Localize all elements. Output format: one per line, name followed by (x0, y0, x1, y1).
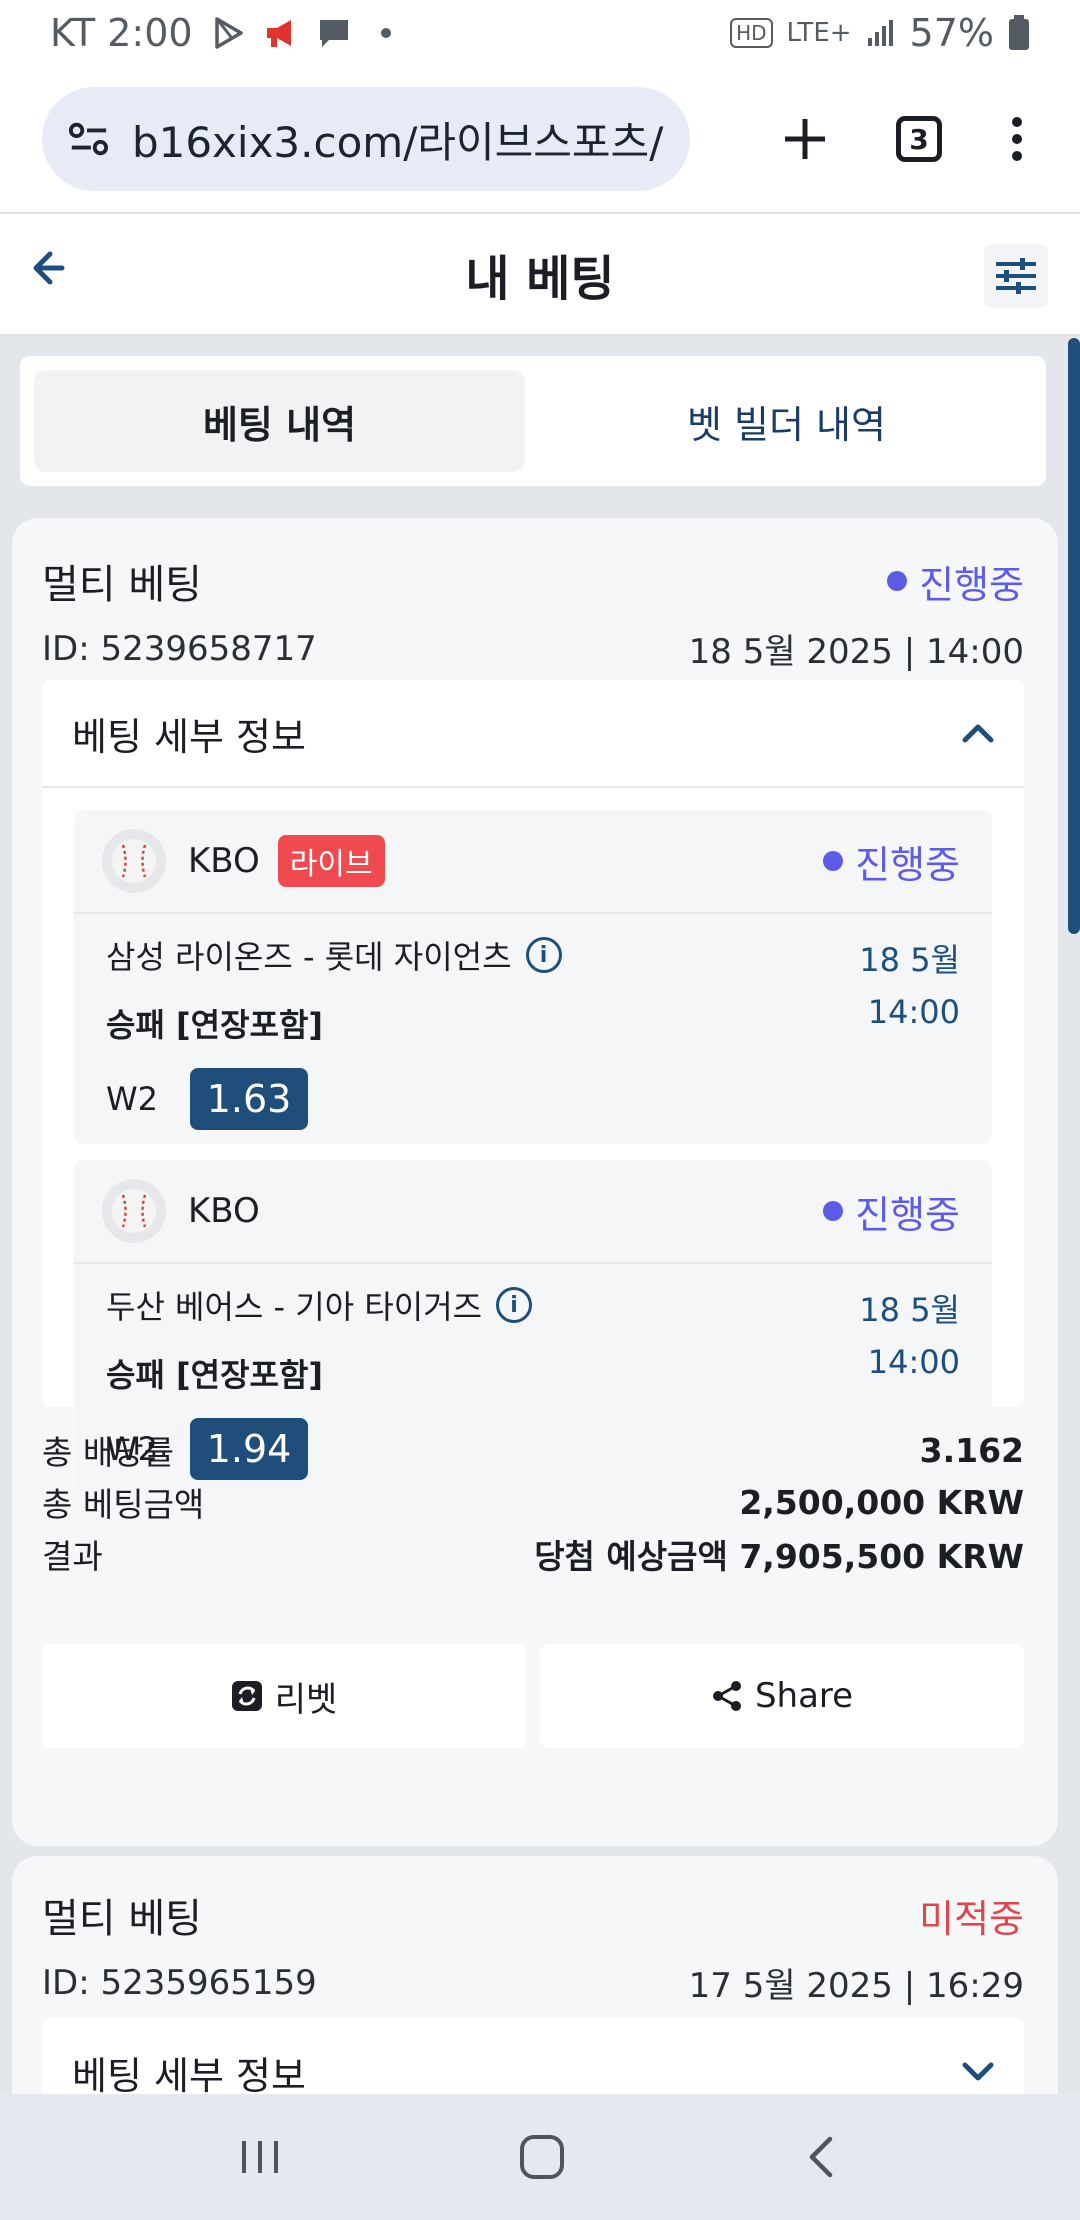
new-tab-icon[interactable] (782, 116, 828, 162)
recent-apps-icon[interactable] (238, 2135, 282, 2179)
bet-details-panel: 베팅 세부 정보 KBO 라이브 진행중 삼성 라이온즈 - 롯데 자이언츠 i … (42, 680, 1024, 1492)
scrollbar[interactable] (1068, 338, 1080, 934)
match-date: 18 5월 (859, 1291, 960, 1329)
match-time: 14:00 (867, 993, 960, 1031)
signal-icon (867, 20, 893, 46)
info-icon[interactable]: i (525, 937, 562, 973)
megaphone-icon (266, 20, 291, 47)
tab-count: 3 (909, 122, 929, 156)
filter-button[interactable] (984, 244, 1048, 308)
bet-details-label: 베팅 세부 정보 (72, 2053, 306, 2095)
bet-details-toggle[interactable]: 베팅 세부 정보 (42, 2018, 1024, 2094)
selection-status-text: 진행중 (855, 1192, 960, 1237)
bet-date: 17 5월 2025 | 16:29 (688, 1966, 1024, 2006)
bet-status-text: 미적중 (919, 1896, 1024, 1941)
carrier-time: KT 2:00 (50, 11, 193, 55)
site-settings-icon[interactable] (68, 119, 110, 159)
more-menu-icon[interactable] (1010, 116, 1024, 162)
back-arrow-icon[interactable] (28, 248, 68, 288)
chevron-down-icon[interactable] (962, 2062, 994, 2082)
page-title: 내 베팅 (465, 251, 615, 307)
odds-value: 1.63 (190, 1068, 308, 1130)
result-label: 결과 (42, 1537, 103, 1576)
tab-bet-history[interactable]: 베팅 내역 (34, 370, 525, 472)
selection-status-text: 진행중 (855, 842, 960, 887)
home-icon[interactable] (518, 2133, 566, 2181)
bet-card: 멀티 베팅 미적중 ID: 5235965159 17 5월 2025 | 16… (12, 1856, 1058, 2094)
bet-actions: 리벳 Share (42, 1644, 1024, 1748)
selection-status: 진행중 (823, 834, 960, 889)
url-text[interactable]: b16xix3.com/라이브스포츠/n (132, 109, 664, 170)
rebet-button[interactable]: 리벳 (42, 1644, 526, 1748)
message-icon (319, 20, 348, 47)
system-navigation-bar (0, 2094, 1080, 2220)
play-store-icon (214, 17, 243, 49)
rebet-icon (231, 1681, 262, 1711)
bet-card: 멀티 베팅 진행중 ID: 5239658717 18 5월 2025 | 14… (12, 518, 1058, 1846)
bet-id: ID: 5235965159 (42, 1962, 317, 2003)
status-dot (887, 571, 908, 591)
address-bar[interactable]: b16xix3.com/라이브스포츠/n (42, 87, 690, 191)
network-type: LTE+ (786, 18, 852, 48)
bet-details-panel: 베팅 세부 정보 (42, 2018, 1024, 2094)
sliders-icon (996, 258, 1036, 294)
share-button[interactable]: Share (540, 1644, 1024, 1748)
bet-selection: KBO 라이브 진행중 삼성 라이온즈 - 롯데 자이언츠 i 승패 [연장포함]… (74, 810, 992, 1144)
total-stake-label: 총 베팅금액 (42, 1485, 205, 1524)
bet-details-toggle[interactable]: 베팅 세부 정보 (42, 680, 1024, 788)
bet-type: 멀티 베팅 (42, 1896, 202, 1942)
back-icon[interactable] (802, 2133, 842, 2181)
battery-icon (1009, 15, 1029, 50)
status-bar: KT 2:00 HD LTE+ 57% (0, 0, 1080, 66)
tab-switcher-button[interactable]: 3 (896, 116, 942, 162)
tab-bet-builder-history[interactable]: 벳 빌더 내역 (541, 370, 1032, 472)
battery-percent: 57% (909, 11, 994, 55)
league-name: KBO (188, 1191, 260, 1231)
info-icon[interactable]: i (496, 1287, 533, 1323)
match-time: 14:00 (867, 1343, 960, 1381)
selection-status: 진행중 (823, 1184, 960, 1239)
history-tabs: 베팅 내역 벳 빌더 내역 (20, 356, 1046, 486)
baseball-icon (102, 829, 166, 893)
status-dot (823, 851, 844, 871)
bet-type: 멀티 베팅 (42, 562, 202, 608)
bet-date: 18 5월 2025 | 14:00 (688, 632, 1024, 672)
league-name: KBO (188, 841, 260, 881)
share-label: Share (754, 1676, 854, 1716)
match-date: 18 5월 (859, 941, 960, 979)
browser-toolbar: b16xix3.com/라이브스포츠/n 3 (0, 66, 1080, 212)
bet-status: 진행중 (887, 554, 1024, 609)
total-stake-value: 2,500,000 KRW (739, 1482, 1024, 1522)
potential-win-value: 당첨 예상금액 7,905,500 KRW (534, 1537, 1024, 1576)
more-notifications-dot (380, 28, 391, 38)
share-icon (712, 1681, 741, 1711)
baseball-icon (102, 1179, 166, 1243)
chevron-up-icon[interactable] (962, 723, 994, 743)
pick-label: W2 (106, 1080, 158, 1118)
bet-history-content[interactable]: 베팅 내역 벳 빌더 내역 멀티 베팅 진행중 ID: 5239658717 1… (0, 336, 1080, 2094)
market-name: 승패 [연장포함] (106, 1356, 324, 1394)
match-name: 두산 베어스 - 기아 타이거즈 (106, 1288, 483, 1326)
bet-summary: 총 배당률 3.162 총 베팅금액 2,500,000 KRW 결과 당첨 예상금액… (42, 1424, 1024, 1580)
total-odds-label: 총 배당률 (42, 1433, 174, 1472)
hd-icon: HD (730, 18, 773, 48)
live-badge: 라이브 (277, 835, 385, 887)
bet-id: ID: 5239658717 (42, 628, 317, 669)
total-odds-value: 3.162 (919, 1430, 1024, 1470)
bet-status-text: 진행중 (919, 562, 1024, 607)
market-name: 승패 [연장포함] (106, 1006, 324, 1044)
rebet-label: 리벳 (274, 1679, 338, 1720)
match-name: 삼성 라이온즈 - 롯데 자이언츠 (106, 938, 512, 976)
bet-details-label: 베팅 세부 정보 (72, 714, 306, 759)
app-header: 내 베팅 (0, 212, 1080, 336)
status-dot (823, 1201, 844, 1221)
